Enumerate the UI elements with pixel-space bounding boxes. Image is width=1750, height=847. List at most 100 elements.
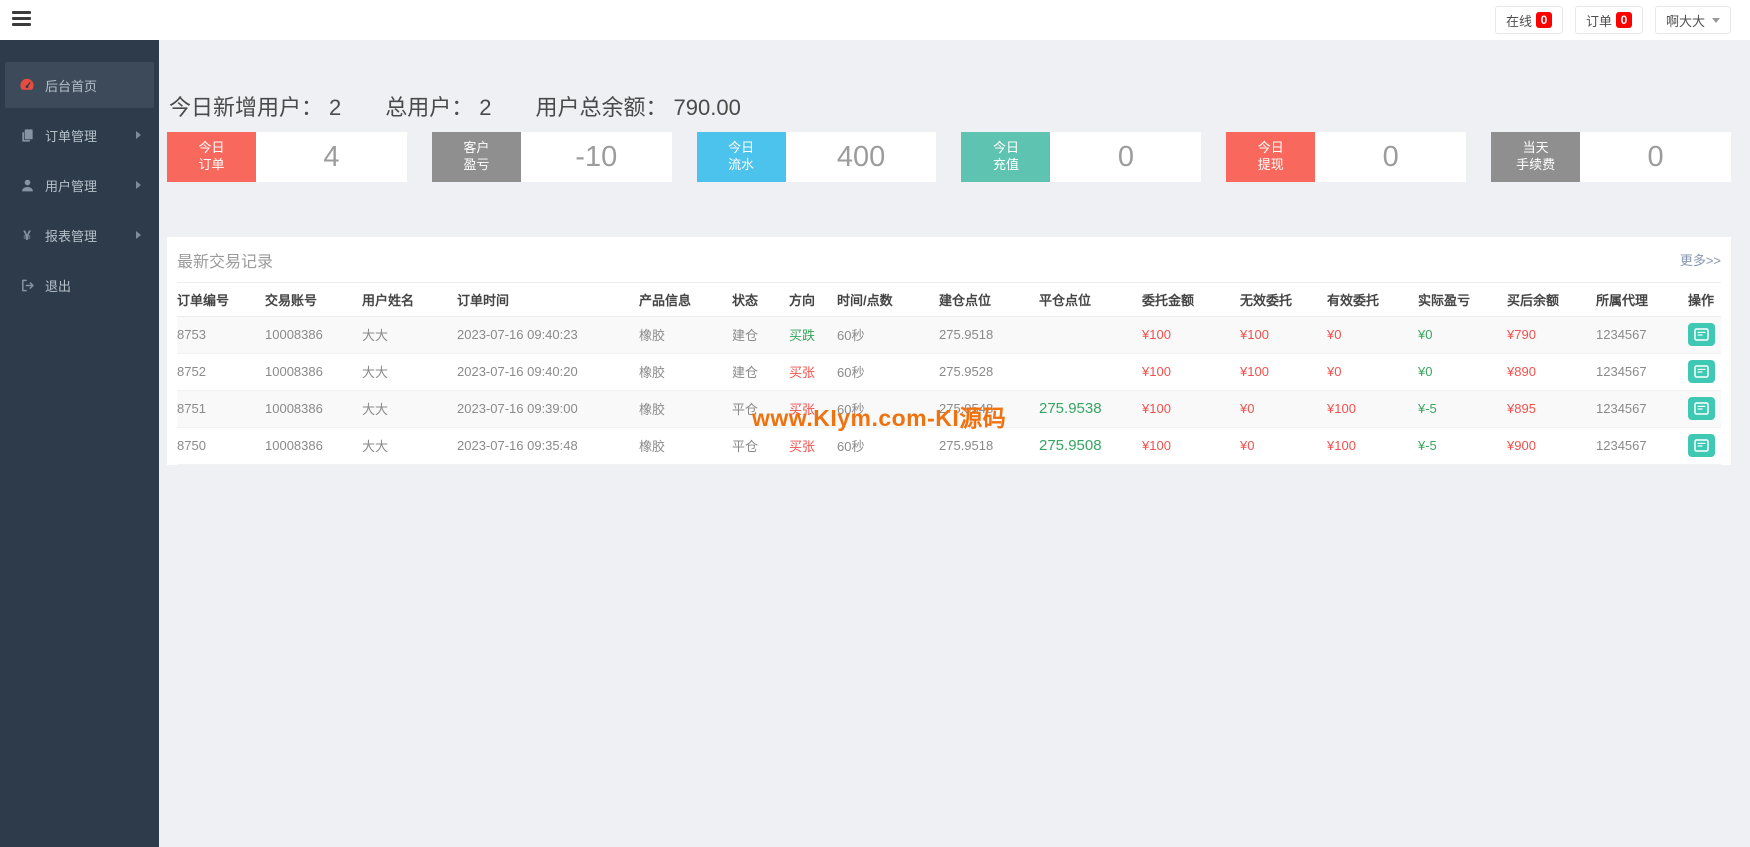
online-users-button[interactable]: 在线 0 [1494, 6, 1563, 34]
detail-list-icon [1694, 402, 1709, 415]
table-cell: 2023-07-16 09:39:00 [457, 401, 578, 416]
table-cell [1688, 316, 1721, 353]
column-header: 订单时间 [457, 283, 639, 317]
sidebar-item-label: 报表管理 [45, 228, 98, 244]
logout-icon [19, 277, 35, 293]
table-row: 8750 10008386 大大 2023-07-16 09:35:48 橡胶 平仓 买张 6… [177, 427, 1721, 464]
card-value: 0 [1580, 132, 1731, 182]
order-detail-button[interactable] [1688, 323, 1715, 346]
dashboard-gauge-icon [19, 77, 35, 93]
table-cell [1039, 353, 1142, 390]
main-content: 今日新增用户： 2 总用户： 2 用户总余额： 790.00 今日 订单 4 客户 盈亏 … [159, 40, 1750, 847]
column-header: 操作 [1688, 283, 1721, 317]
table-cell: 275.9518 [939, 327, 994, 342]
card-value: 0 [1315, 132, 1467, 182]
table-cell: ¥100 [1240, 327, 1269, 342]
table-cell: 1234567 [1596, 327, 1647, 342]
table-cell: 2023-07-16 09:40:20 [457, 364, 578, 379]
more-link[interactable]: 更多>> [1680, 250, 1721, 269]
card-value: 400 [785, 132, 937, 182]
table-cell: ¥895 [1507, 401, 1536, 416]
table-cell: 2023-07-16 09:40:23 [457, 327, 578, 342]
table-cell: 买张 [789, 365, 816, 380]
table-cell [1039, 316, 1142, 353]
table-cell: ¥100 [1142, 401, 1171, 416]
card-label: 今日 充值 [961, 132, 1051, 182]
chevron-right-icon [136, 231, 141, 239]
order-detail-button[interactable] [1688, 397, 1715, 420]
table-cell: 平仓 [732, 439, 759, 454]
card-label: 客户 盈亏 [431, 132, 521, 182]
table-cell: 1234567 [1596, 364, 1647, 379]
card-today-withdrawal: 今日 提现 0 [1226, 132, 1467, 182]
table-cell: ¥0 [1418, 364, 1433, 379]
order-count-badge: 0 [1615, 12, 1632, 28]
card-value: 4 [256, 132, 407, 182]
column-header: 时间/点数 [837, 283, 939, 317]
column-header: 状态 [732, 283, 789, 317]
table-cell: 橡胶 [639, 328, 666, 343]
card-label: 今日 订单 [167, 132, 256, 182]
orders-copy-icon [19, 127, 35, 143]
column-header: 用户姓名 [362, 283, 457, 317]
card-label: 当天 手续费 [1491, 132, 1581, 182]
column-header: 平仓点位 [1039, 283, 1142, 317]
sidebar-item-report-management[interactable]: ¥ 报表管理 [5, 212, 154, 258]
order-detail-button[interactable] [1688, 360, 1715, 383]
stat-label: 用户总余额： [535, 95, 668, 120]
table-cell: 建仓 [732, 365, 759, 380]
column-header: 产品信息 [639, 283, 732, 317]
table-cell: 买张 [789, 402, 816, 417]
order-detail-button[interactable] [1688, 434, 1715, 457]
table-cell: 大大 [362, 402, 389, 417]
sidebar-item-user-management[interactable]: 用户管理 [5, 162, 154, 208]
table-cell: ¥0 [1327, 364, 1342, 379]
sidebar-item-label: 退出 [45, 278, 72, 294]
sidebar-item-order-management[interactable]: 订单管理 [5, 112, 154, 158]
table-cell: 60秒 [837, 439, 865, 454]
card-today-deposit: 今日 充值 0 [961, 132, 1202, 182]
table-cell: 60秒 [837, 402, 865, 417]
sidebar-item-home[interactable]: 后台首页 [5, 62, 154, 108]
transactions-tbody: 8753 10008386 大大 2023-07-16 09:40:23 橡胶 建仓 买跌 6… [177, 316, 1721, 464]
detail-list-icon [1694, 328, 1709, 341]
column-header: 有效委托 [1327, 283, 1418, 317]
table-cell: ¥0 [1240, 401, 1255, 416]
table-cell: ¥100 [1142, 438, 1171, 453]
stat-value: 2 [329, 95, 342, 120]
card-today-orders: 今日 订单 4 [167, 132, 407, 182]
table-cell [1688, 390, 1721, 427]
table-cell: 275.9538 [1039, 400, 1102, 417]
table-cell: 2023-07-16 09:35:48 [457, 438, 578, 453]
table-cell: 275.9548 [939, 401, 994, 416]
table-cell [1688, 427, 1721, 464]
stat-label: 今日新增用户： [169, 95, 324, 120]
table-row: 8751 10008386 大大 2023-07-16 09:39:00 橡胶 平仓 买张 6… [177, 390, 1721, 427]
hamburger-menu-button[interactable] [12, 11, 34, 29]
table-cell: 买跌 [789, 328, 816, 343]
sidebar-item-logout[interactable]: 退出 [5, 262, 154, 308]
table-cell: 10008386 [265, 327, 323, 342]
table-cell: ¥100 [1142, 364, 1171, 379]
table-cell: 大大 [362, 328, 389, 343]
table-cell: 8752 [177, 364, 206, 379]
sidebar-item-label: 后台首页 [45, 78, 98, 94]
user-menu-button[interactable]: 啊大大 [1654, 6, 1731, 34]
table-cell: 60秒 [837, 365, 865, 380]
admin-dashboard: 在线 0 订单 0 啊大大 后台首页 订单管理 用户管理 ¥ 报表管理 退出 今… [0, 0, 1750, 847]
card-customer-pnl: 客户 盈亏 -10 [431, 132, 672, 182]
top-navbar: 在线 0 订单 0 啊大大 [0, 0, 1750, 40]
table-header-row: 订单编号 交易账号 用户姓名 订单时间 产品信息 状态 方向 时间/点数 建仓点… [177, 283, 1721, 317]
sidebar-menu: 后台首页 订单管理 用户管理 ¥ 报表管理 退出 [0, 40, 159, 308]
table-cell: 10008386 [265, 401, 323, 416]
stat-value: 790.00 [673, 95, 741, 120]
chevron-right-icon [136, 131, 141, 139]
card-value: 0 [1050, 132, 1202, 182]
table-cell: 8750 [177, 438, 206, 453]
username-text: 啊大大 [1665, 13, 1705, 29]
orders-label: 订单 [1585, 13, 1612, 29]
order-count-button[interactable]: 订单 0 [1574, 6, 1643, 34]
table-cell: ¥100 [1327, 438, 1356, 453]
card-today-fees: 当天 手续费 0 [1491, 132, 1731, 182]
stat-label: 总用户： [385, 95, 474, 120]
